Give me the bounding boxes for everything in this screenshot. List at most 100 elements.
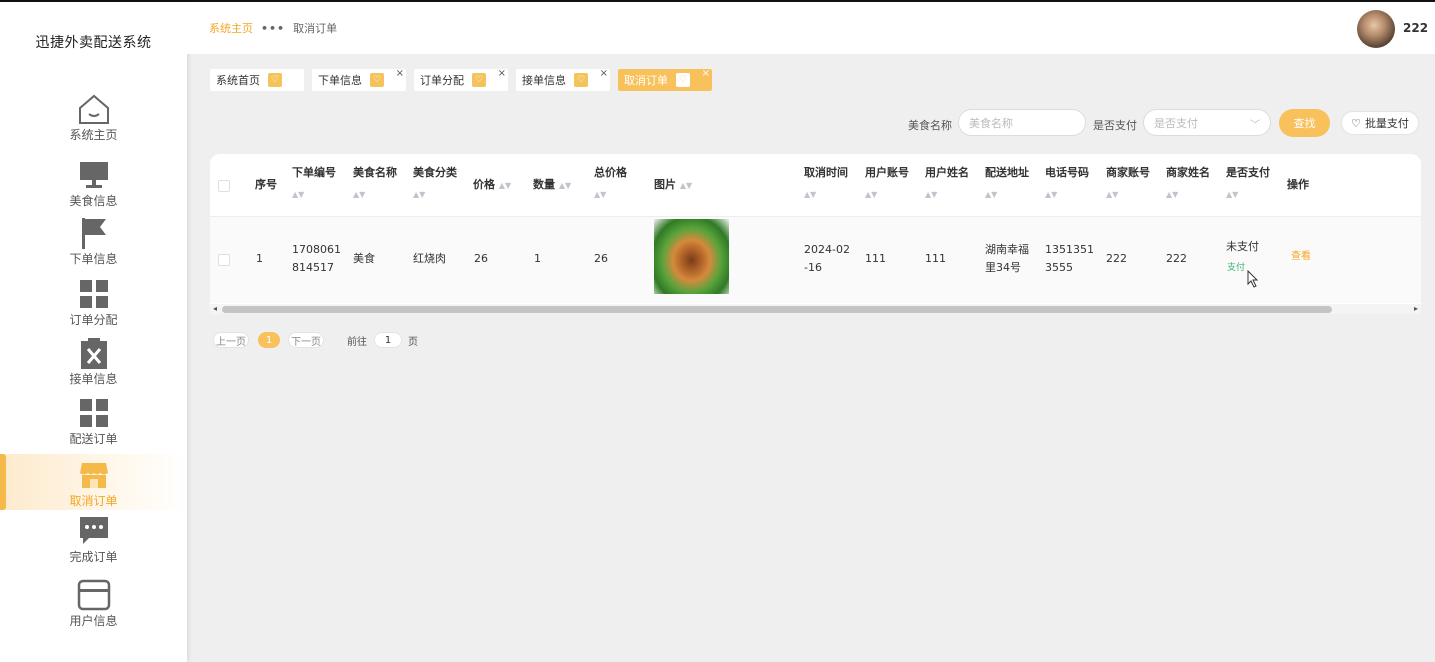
sort-icon: ▲▼ [1166,190,1179,199]
sidebar-item-home[interactable]: 系统主页 [0,94,187,152]
col-cancel-time[interactable]: 取消时间 ▲▼ [804,162,848,205]
horizontal-scrollbar[interactable]: ◂ ▸ [210,304,1421,314]
sort-icon: ▲▼ [1226,190,1239,199]
col-address[interactable]: 配送地址 ▲▼ [985,162,1029,205]
close-icon[interactable]: × [600,68,608,79]
sidebar-item-food[interactable]: 美食信息 [0,160,187,218]
col-user-name[interactable]: 用户姓名 ▲▼ [925,162,969,205]
sidebar-item-label: 用户信息 [69,614,118,628]
sidebar-item-label: 系统主页 [69,128,118,142]
col-total[interactable]: 总价格 ▲▼ [594,162,627,205]
batch-pay-button[interactable]: ♡ 批量支付 [1341,111,1419,135]
col-qty[interactable]: 数量 ▲▼ [533,174,571,196]
col-phone[interactable]: 电话号码 ▲▼ [1045,162,1089,205]
heart-icon: ♡ [370,73,384,87]
cell-address: 湖南幸福 里34号 [985,243,1029,274]
scroll-thumb[interactable] [222,306,1332,313]
close-icon[interactable]: × [498,68,506,79]
chat-icon [77,516,111,546]
col-price[interactable]: 价格 ▲▼ [473,174,511,196]
sidebar-item-assign[interactable]: 订单分配 [0,279,187,337]
heart-icon: ♡ [268,73,282,87]
pay-link[interactable]: 支付 [1227,259,1245,277]
sort-icon: ▲▼ [865,190,878,199]
flag-icon [77,218,111,249]
sort-icon: ▲▼ [804,190,817,199]
view-link[interactable]: 查看 [1291,248,1311,266]
sidebar-item-orders[interactable]: 下单信息 [0,218,187,276]
sort-icon: ▲▼ [925,190,938,199]
sidebar-item-delivery[interactable]: 配送订单 [0,398,187,456]
sidebar-item-accept[interactable]: 接单信息 [0,338,187,396]
tab-accept[interactable]: 接单信息 ♡ × [516,68,610,91]
mouse-cursor-icon [1247,270,1259,288]
pay-status-label: 是否支付 [1093,119,1137,132]
search-button[interactable]: 查找 [1279,109,1330,137]
orders-table: 序号 下单编号 ▲▼ 美食名称 ▲▼ 美食分类 ▲▼ 价格 ▲▼ 数量 ▲▼ 总价格 ▲… [210,154,1421,314]
close-icon[interactable]: × [702,68,710,79]
col-user-acct[interactable]: 用户账号 ▲▼ [865,162,909,205]
col-merchant-acct[interactable]: 商家账号 ▲▼ [1106,162,1150,205]
home-icon [77,94,111,124]
monitor-icon [77,160,111,190]
tab-cancel[interactable]: 取消订单 ♡ × [618,68,712,91]
row-checkbox[interactable] [218,254,230,266]
heart-icon: ♡ [1351,116,1361,130]
heart-icon: ♡ [676,73,690,87]
batch-pay-label: 批量支付 [1364,117,1409,130]
tab-assign[interactable]: 订单分配 ♡ × [414,68,508,91]
sidebar-item-label: 取消订单 [69,494,118,508]
col-ops: 操作 [1287,178,1309,191]
tab-label: 系统首页 [216,74,260,87]
cell-cancel-time: 2024-02 -16 [804,243,850,274]
sidebar-item-label: 美食信息 [69,194,118,208]
sidebar-item-label: 配送订单 [69,432,118,446]
sidebar-item-users[interactable]: 用户信息 [0,579,187,638]
scroll-right-icon[interactable]: ▸ [1414,304,1418,313]
tabs-bar: 系统首页 ♡ 下单信息 ♡ × 订单分配 ♡ × 接单信息 ♡ × 取消订单 ♡… [210,68,712,91]
col-paid[interactable]: 是否支付 ▲▼ [1226,162,1270,205]
cell-merchant-name: 222 [1166,252,1187,265]
sidebar-item-cancel[interactable]: 取消订单 [0,454,187,510]
sort-icon: ▲▼ [1045,190,1058,199]
col-food-cat[interactable]: 美食分类 ▲▼ [413,162,457,205]
cell-price: 26 [474,252,488,265]
scroll-left-icon[interactable]: ◂ [213,304,217,313]
cell-order-no: 1708061 814517 [292,243,341,274]
sidebar-item-label: 下单信息 [69,252,118,266]
username[interactable]: 222 [1403,21,1428,35]
search-button-label: 查找 [1293,117,1316,130]
sort-icon: ▲▼ [353,190,366,199]
sidebar-item-label: 完成订单 [69,550,118,564]
cell-phone: 1351351 3555 [1045,243,1094,274]
breadcrumb-home[interactable]: 系统主页 [209,20,253,36]
tab-orders[interactable]: 下单信息 ♡ × [312,68,406,91]
heart-icon: ♡ [574,73,588,87]
next-page-button[interactable]: 下一页 [288,332,324,348]
food-name-input[interactable]: 美食名称 [958,109,1086,136]
select-all-checkbox[interactable] [218,180,230,192]
col-food-name[interactable]: 美食名称 ▲▼ [353,162,397,205]
active-indicator [0,454,6,510]
cell-paid-status: 未支付 [1226,240,1259,253]
sidebar-item-complete[interactable]: 完成订单 [0,516,187,574]
close-icon[interactable]: × [396,68,404,79]
tab-home[interactable]: 系统首页 ♡ [210,69,304,91]
cell-food-name: 美食 [353,252,375,265]
sidebar: 迅捷外卖配送系统 系统主页 美食信息 下单信息 订单分配 接单信息 配送订单 取… [0,2,187,662]
cell-food-cat: 红烧肉 [413,252,446,265]
prev-page-button[interactable]: 上一页 [213,332,249,348]
tab-label: 取消订单 [624,74,668,87]
col-image[interactable]: 图片 ▲▼ [654,174,692,196]
col-order-no[interactable]: 下单编号 ▲▼ [292,162,336,205]
goto-page-input[interactable]: 1 [374,332,402,348]
col-merchant-name[interactable]: 商家姓名 ▲▼ [1166,162,1210,205]
sidebar-item-label: 接单信息 [69,372,118,386]
page-1-button[interactable]: 1 [258,332,280,348]
pay-status-select[interactable]: 是否支付 ﹀ [1143,109,1271,136]
food-image[interactable] [654,219,729,294]
sort-icon: ▲▼ [292,190,305,199]
chevron-down-icon: ﹀ [1250,120,1260,131]
food-name-label: 美食名称 [908,119,952,132]
avatar[interactable] [1357,10,1395,48]
